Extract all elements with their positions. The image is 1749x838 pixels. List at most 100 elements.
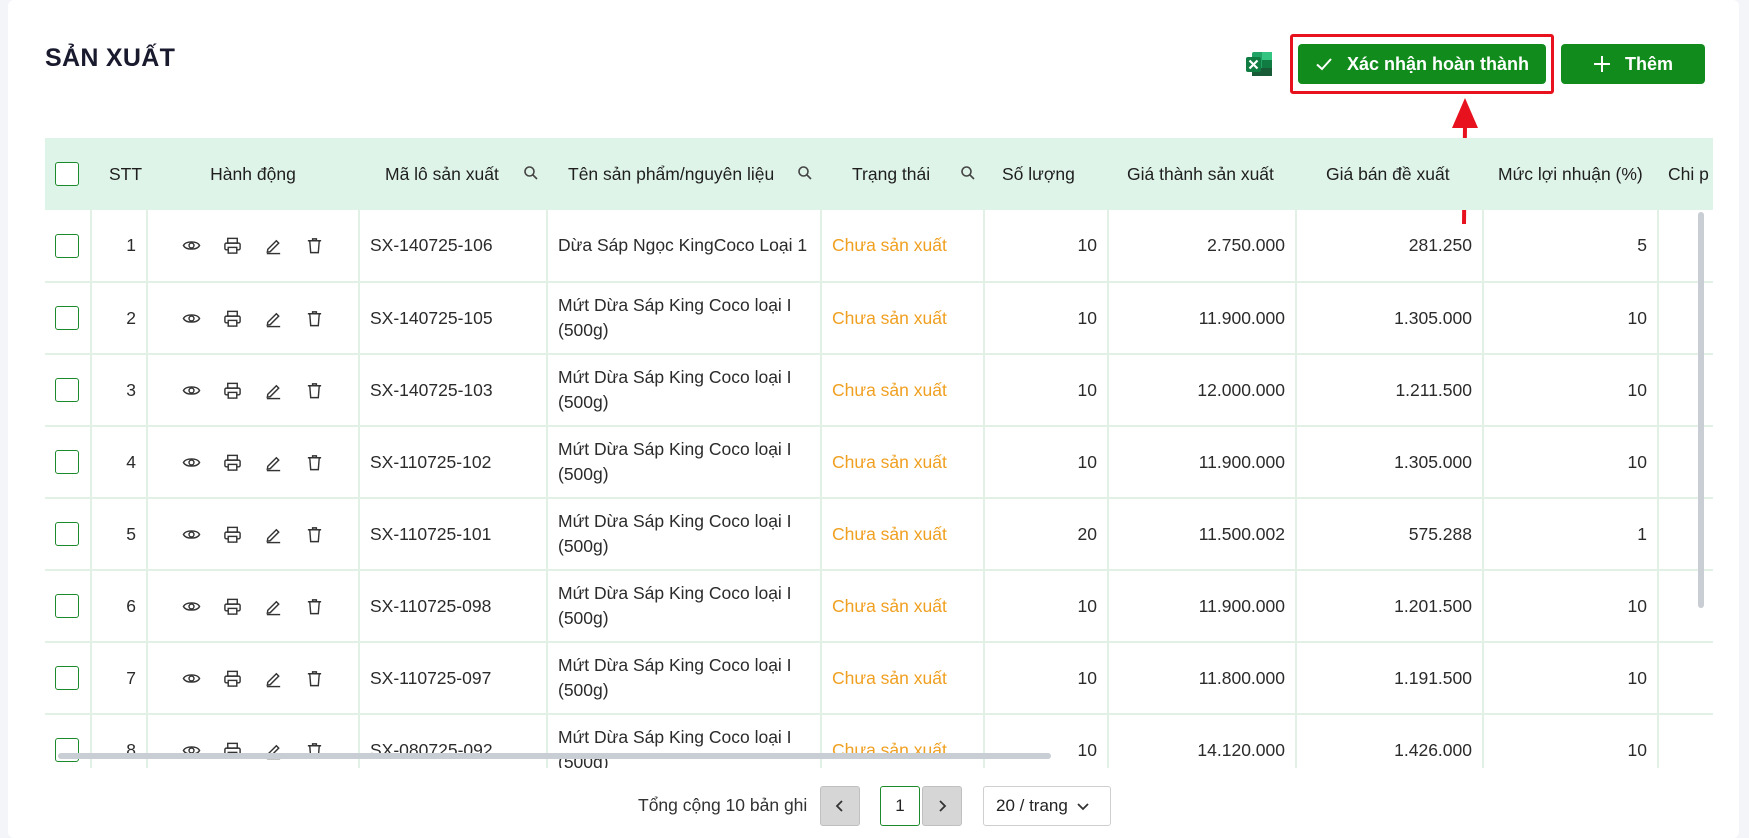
edit-icon[interactable] xyxy=(264,597,283,616)
prev-page-button[interactable] xyxy=(820,786,860,826)
select-all-checkbox[interactable] xyxy=(55,162,79,186)
table-row[interactable]: 4 SX-110725-102 Mứt Dừa Sáp King Coco loại… xyxy=(45,426,1713,499)
edit-icon[interactable] xyxy=(264,381,283,400)
cell-suggested-price: 1.191.500 xyxy=(1296,642,1484,715)
cell-profit-margin: 10 xyxy=(1483,426,1659,499)
cell-stt: 7 xyxy=(91,642,148,715)
eye-icon[interactable] xyxy=(182,236,201,255)
printer-icon[interactable] xyxy=(223,381,242,400)
printer-icon[interactable] xyxy=(223,309,242,328)
table-row[interactable]: 5 SX-110725-101 Mứt Dừa Sáp King Coco loại… xyxy=(45,498,1713,571)
delete-icon[interactable] xyxy=(305,597,324,616)
total-records: Tổng cộng 10 bản ghi xyxy=(638,795,808,815)
edit-icon[interactable] xyxy=(264,453,283,472)
row-checkbox[interactable] xyxy=(55,666,79,690)
delete-icon[interactable] xyxy=(305,525,324,544)
cell-actions xyxy=(147,282,360,355)
edit-icon[interactable] xyxy=(264,236,283,255)
eye-icon[interactable] xyxy=(182,453,201,472)
cell-quantity: 20 xyxy=(984,498,1109,571)
row-checkbox[interactable] xyxy=(55,378,79,402)
page-size-select[interactable]: 20 / trang xyxy=(983,786,1111,826)
eye-icon[interactable] xyxy=(182,381,201,400)
edit-icon[interactable] xyxy=(264,669,283,688)
search-icon[interactable] xyxy=(797,165,813,181)
add-button[interactable]: Thêm xyxy=(1561,44,1705,84)
table-row[interactable]: 7 SX-110725-097 Mứt Dừa Sáp King Coco loại… xyxy=(45,642,1713,715)
col-extra: Chi p xyxy=(1668,163,1709,184)
search-icon[interactable] xyxy=(523,165,539,181)
cell-stt: 5 xyxy=(91,498,148,571)
cell-stt: 4 xyxy=(91,426,148,499)
delete-icon[interactable] xyxy=(305,453,324,472)
cell-stt: 2 xyxy=(91,282,148,355)
delete-icon[interactable] xyxy=(305,309,324,328)
col-batch-code: Mã lô sản xuất xyxy=(359,138,547,210)
col-status-label: Trạng thái xyxy=(852,163,931,184)
cell-product-name: Mứt Dừa Sáp King Coco loại I (500g) xyxy=(547,642,822,715)
table-row[interactable]: 2 SX-140725-105 Mứt Dừa Sáp King Coco loại… xyxy=(45,282,1713,355)
eye-icon[interactable] xyxy=(182,309,201,328)
col-production-cost: Giá thành sản xuất xyxy=(1127,163,1274,184)
cell-batch-code: SX-140725-103 xyxy=(359,354,548,427)
cell-product-name: Mứt Dừa Sáp King Coco loại I (500g) xyxy=(547,498,822,571)
cell-quantity: 10 xyxy=(984,354,1109,427)
delete-icon[interactable] xyxy=(305,669,324,688)
chevron-left-icon xyxy=(835,800,843,812)
row-checkbox[interactable] xyxy=(55,233,79,258)
row-checkbox-cell xyxy=(45,282,92,355)
cell-status: Chưa sản xuất xyxy=(821,498,985,571)
cell-product-name: Mứt Dừa Sáp King Coco loại I (500g) xyxy=(547,282,822,355)
confirm-complete-button[interactable]: Xác nhận hoàn thành xyxy=(1298,44,1546,84)
row-checkbox[interactable] xyxy=(55,522,79,546)
printer-icon[interactable] xyxy=(223,453,242,472)
cell-batch-code: SX-140725-106 xyxy=(359,210,548,283)
row-checkbox[interactable] xyxy=(55,306,79,330)
cell-product-name: Mứt Dừa Sáp King Coco loại I (500g) xyxy=(547,354,822,427)
vertical-scrollbar[interactable] xyxy=(1698,212,1704,608)
eye-icon[interactable] xyxy=(182,669,201,688)
cell-suggested-price: 281.250 xyxy=(1296,210,1484,283)
edit-icon[interactable] xyxy=(264,525,283,544)
cell-status: Chưa sản xuất xyxy=(821,282,985,355)
delete-icon[interactable] xyxy=(305,381,324,400)
cell-profit-margin: 10 xyxy=(1483,354,1659,427)
row-checkbox[interactable] xyxy=(55,594,79,618)
cell-batch-code: SX-110725-097 xyxy=(359,642,548,715)
cell-batch-code: SX-080725-092 xyxy=(359,714,548,768)
printer-icon[interactable] xyxy=(223,597,242,616)
printer-icon[interactable] xyxy=(223,669,242,688)
cell-extra xyxy=(1658,354,1713,427)
table-row[interactable]: 6 SX-110725-098 Mứt Dừa Sáp King Coco loại… xyxy=(45,570,1713,643)
edit-icon[interactable] xyxy=(264,309,283,328)
printer-icon[interactable] xyxy=(223,525,242,544)
table-row[interactable]: 1 SX-140725-106 Dừa Sáp Ngọc KingCoco Loại… xyxy=(45,210,1713,283)
cell-profit-margin: 10 xyxy=(1483,642,1659,715)
cell-batch-code: SX-140725-105 xyxy=(359,282,548,355)
cell-actions xyxy=(147,498,360,571)
excel-icon[interactable] xyxy=(1244,49,1274,79)
cell-batch-code: SX-110725-098 xyxy=(359,570,548,643)
search-icon[interactable] xyxy=(960,165,976,181)
table-row[interactable]: 3 SX-140725-103 Mứt Dừa Sáp King Coco loại… xyxy=(45,354,1713,427)
cell-suggested-price: 1.305.000 xyxy=(1296,426,1484,499)
cell-profit-margin: 10 xyxy=(1483,714,1659,768)
horizontal-scrollbar[interactable] xyxy=(58,753,1051,759)
cell-status: Chưa sản xuất xyxy=(821,642,985,715)
next-page-button[interactable] xyxy=(922,786,962,826)
cell-batch-code: SX-110725-102 xyxy=(359,426,548,499)
eye-icon[interactable] xyxy=(182,525,201,544)
cell-status: Chưa sản xuất xyxy=(821,354,985,427)
current-page-button[interactable]: 1 xyxy=(880,786,920,826)
table-row[interactable]: 8 SX-080725-092 Mứt Dừa Sáp King Coco loại… xyxy=(45,714,1713,768)
eye-icon[interactable] xyxy=(182,597,201,616)
delete-icon[interactable] xyxy=(305,236,324,255)
cell-quantity: 10 xyxy=(984,642,1109,715)
page-size-label: 20 / trang xyxy=(996,796,1068,815)
cell-production-cost: 11.900.000 xyxy=(1108,282,1297,355)
cell-extra xyxy=(1658,714,1713,768)
plus-icon xyxy=(1593,56,1610,72)
cell-quantity: 10 xyxy=(984,210,1109,283)
row-checkbox[interactable] xyxy=(55,450,79,474)
printer-icon[interactable] xyxy=(223,236,242,255)
